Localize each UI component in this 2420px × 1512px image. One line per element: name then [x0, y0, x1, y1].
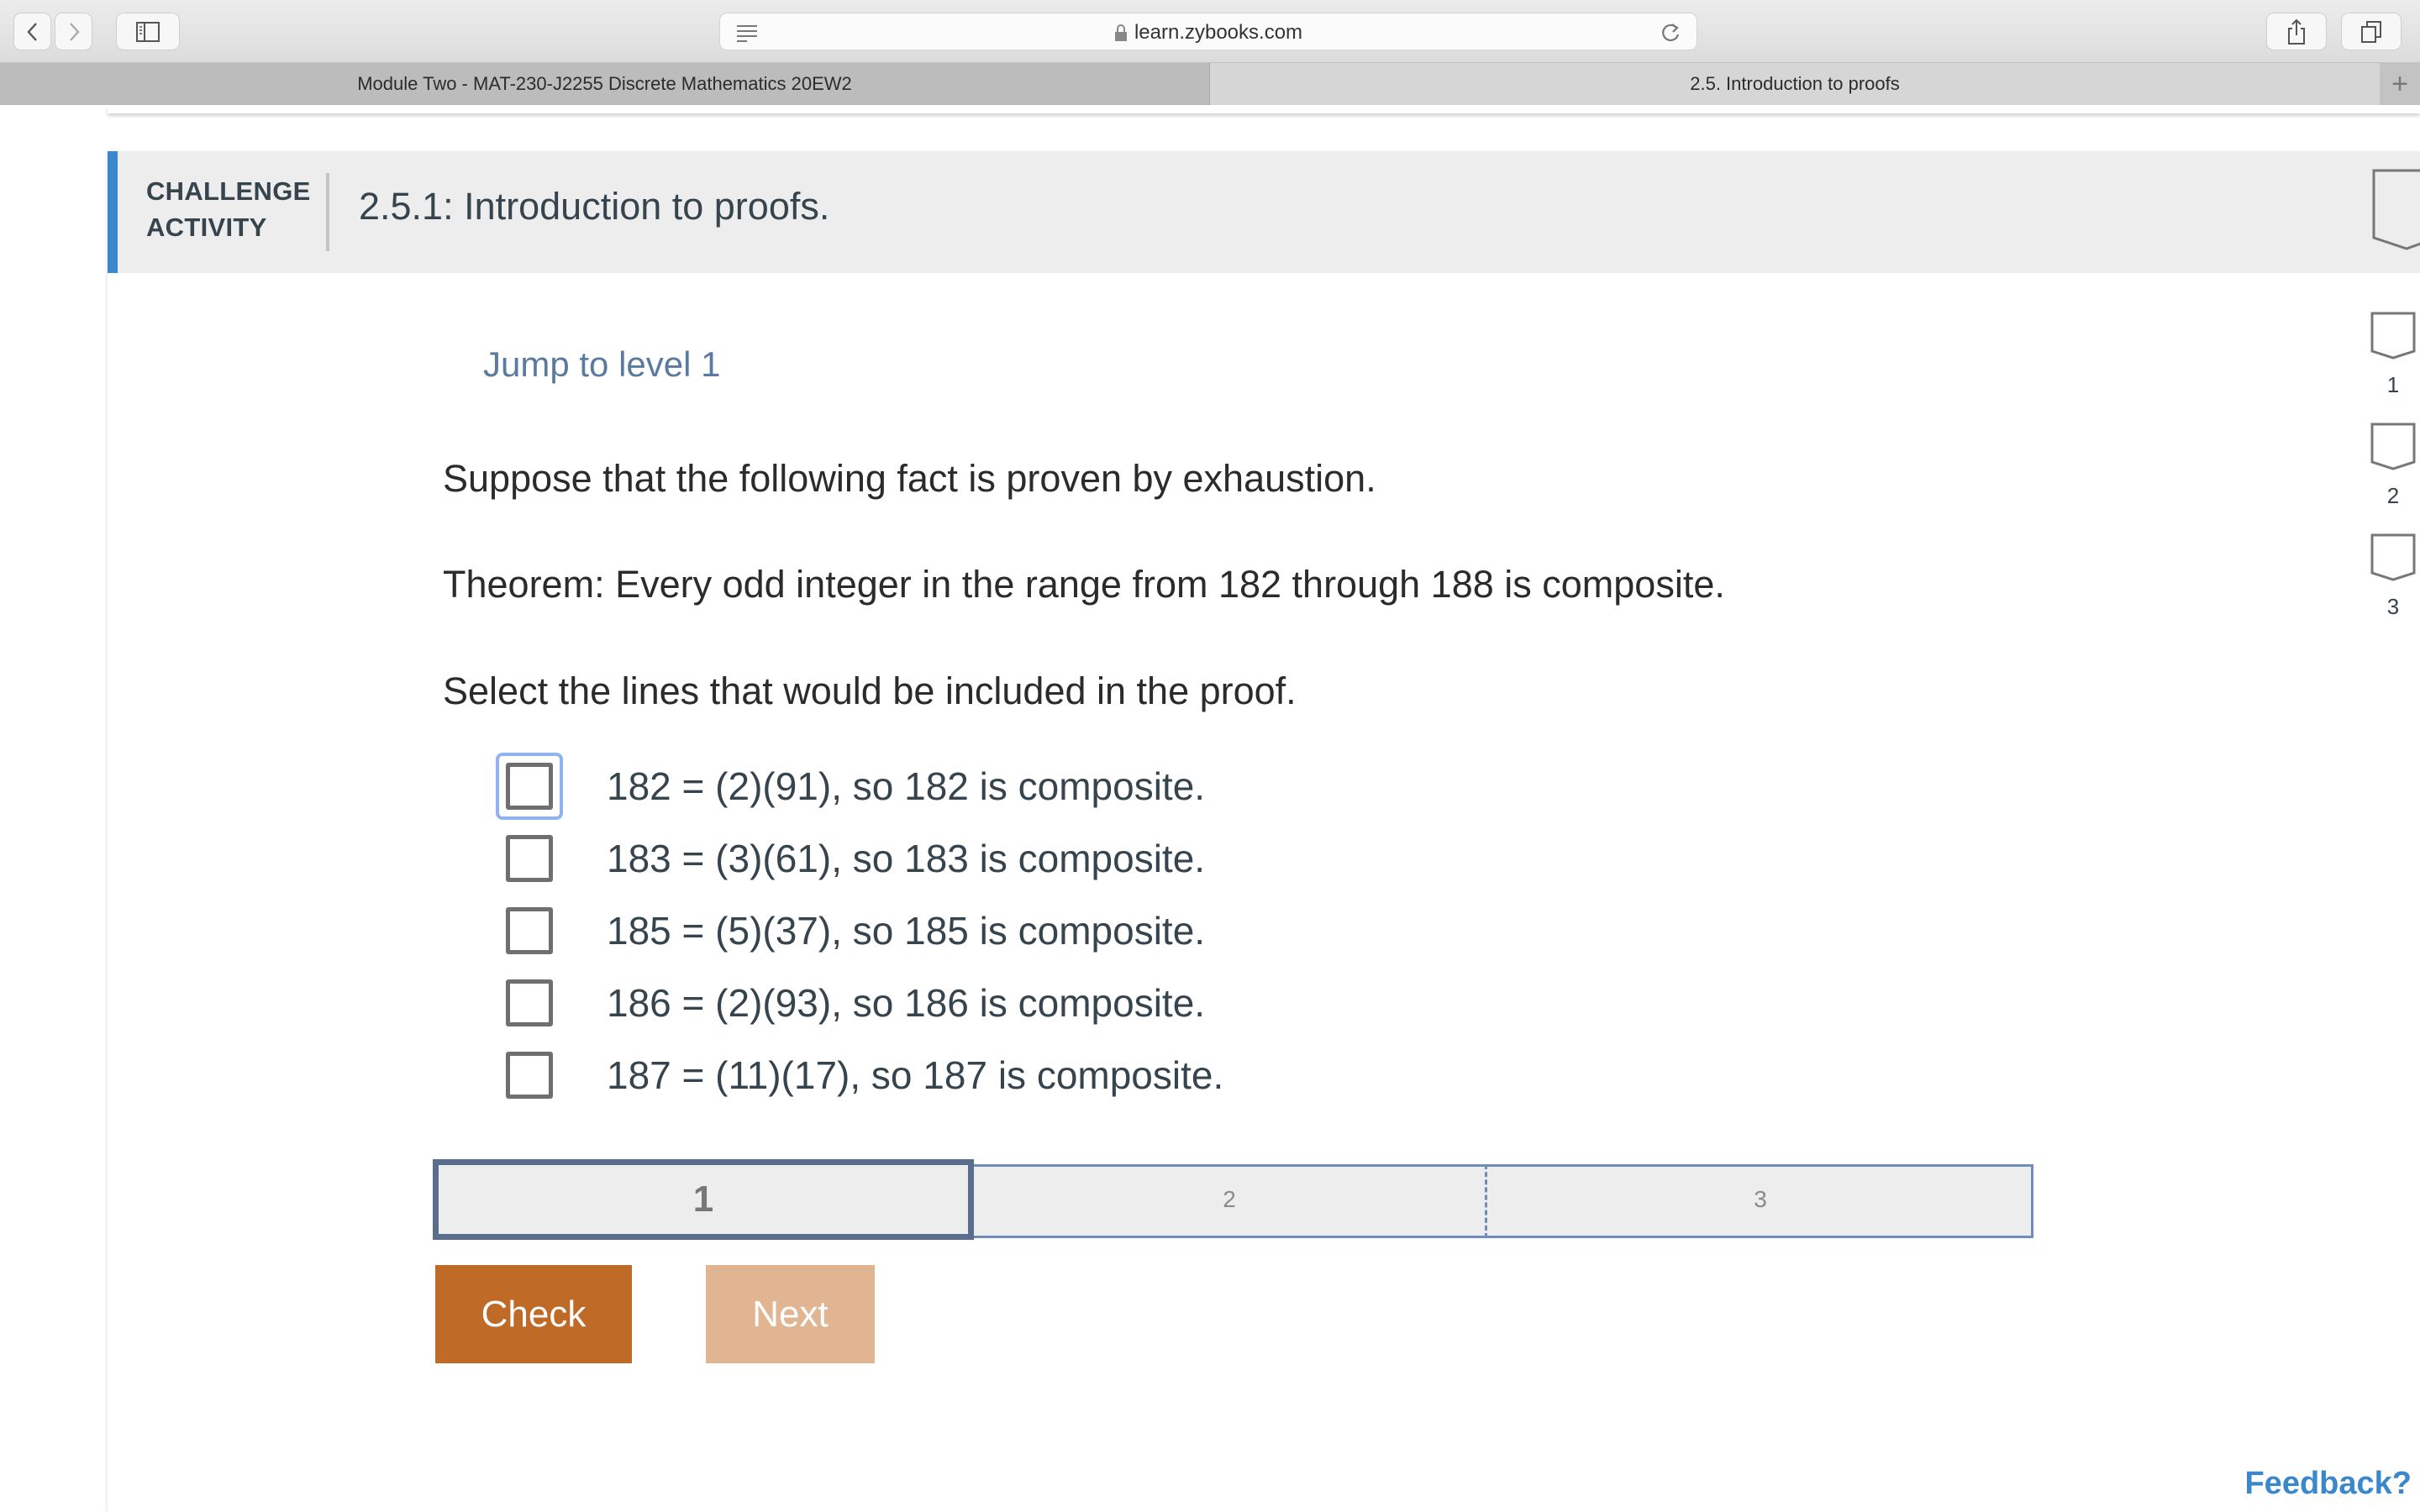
activity-header: CHALLENGE ACTIVITY 2.5.1: Introduction t… [108, 151, 2420, 273]
option-checkbox[interactable] [506, 763, 553, 810]
level-progress-bar: 1 2 3 [433, 1159, 2033, 1240]
option-label: 182 = (2)(91), so 182 is composite. [607, 764, 1206, 808]
forward-button[interactable] [55, 13, 92, 50]
tab-bar: Module Two - MAT-230-J2255 Discrete Math… [0, 63, 2420, 105]
option-row[interactable]: 186 = (2)(93), so 186 is composite. [496, 969, 1504, 1037]
level-badge-icon [2370, 533, 2416, 581]
previous-section-edge [108, 105, 2420, 113]
feedback-link[interactable]: Feedback? [2244, 1466, 2412, 1502]
back-button[interactable] [13, 13, 51, 50]
option-label: 185 = (5)(37), so 185 is composite. [607, 909, 1206, 953]
option-label: 186 = (2)(93), so 186 is composite. [607, 981, 1206, 1025]
theorem-statement: Theorem: Every odd integer in the range … [443, 563, 1725, 606]
option-label: 187 = (11)(17), so 187 is composite. [607, 1053, 1224, 1097]
option-checkbox[interactable] [506, 1052, 553, 1099]
level-3-label: 3 [1754, 1186, 1767, 1212]
share-icon [2288, 18, 2305, 45]
level-marker-2: 2 [2366, 422, 2420, 509]
plus-icon: + [2391, 67, 2408, 100]
address-bar[interactable]: learn.zybooks.com [719, 13, 1697, 50]
option-row[interactable]: 182 = (2)(91), so 182 is composite. [496, 753, 1504, 820]
activity-type-label: CHALLENGE ACTIVITY [146, 176, 311, 242]
share-button[interactable] [2266, 13, 2327, 50]
check-button[interactable]: Check [435, 1265, 632, 1363]
tabs-overview-icon [2361, 20, 2381, 43]
lock-icon [1114, 24, 1127, 41]
tab-label: 2.5. Introduction to proofs [1690, 73, 1900, 94]
question-prompt: Suppose that the following fact is prove… [443, 457, 1376, 500]
level-1-label: 1 [692, 1179, 714, 1220]
header-accent-bar [108, 151, 118, 273]
chevron-right-icon [69, 22, 80, 41]
sidebar-button[interactable] [116, 13, 180, 50]
level-marker-1: 1 [2366, 311, 2420, 398]
reload-icon[interactable] [1660, 21, 1681, 45]
challenge-activity-card: CHALLENGE ACTIVITY 2.5.1: Introduction t… [108, 151, 2420, 1512]
url-text: learn.zybooks.com [1134, 20, 1303, 44]
activity-title: 2.5.1: Introduction to proofs. [359, 185, 830, 228]
level-badge-icon [2370, 423, 2416, 470]
next-button[interactable]: Next [706, 1265, 875, 1363]
option-checkbox[interactable] [506, 979, 553, 1026]
sidebar-icon [136, 21, 160, 42]
option-row[interactable]: 187 = (11)(17), so 187 is composite. [496, 1042, 1504, 1109]
option-row[interactable]: 185 = (5)(37), so 185 is composite. [496, 897, 1504, 964]
option-checkbox[interactable] [506, 835, 553, 882]
header-divider [326, 173, 329, 251]
tab-label: Module Two - MAT-230-J2255 Discrete Math… [357, 73, 852, 94]
level-badge-icon [2370, 312, 2416, 360]
tab-introduction-to-proofs[interactable]: 2.5. Introduction to proofs [1210, 63, 2380, 105]
jump-to-level-link[interactable]: Jump to level 1 [483, 344, 720, 385]
level-2-label: 2 [1223, 1186, 1236, 1212]
tab-module-two[interactable]: Module Two - MAT-230-J2255 Discrete Math… [0, 63, 1210, 105]
browser-toolbar: learn.zybooks.com [0, 0, 2420, 63]
option-label: 183 = (3)(61), so 183 is composite. [607, 837, 1206, 880]
new-tab-button[interactable]: + [2380, 63, 2420, 105]
instruction-text: Select the lines that would be included … [443, 669, 1297, 712]
level-marker-3: 3 [2366, 533, 2420, 620]
completion-badge-icon [2372, 169, 2420, 250]
chevron-left-icon [26, 22, 37, 41]
checkbox-focus-ring [496, 753, 563, 820]
option-row[interactable]: 183 = (3)(61), so 183 is composite. [496, 825, 1504, 892]
option-checkbox[interactable] [506, 907, 553, 954]
tabs-overview-button[interactable] [2341, 13, 2402, 50]
